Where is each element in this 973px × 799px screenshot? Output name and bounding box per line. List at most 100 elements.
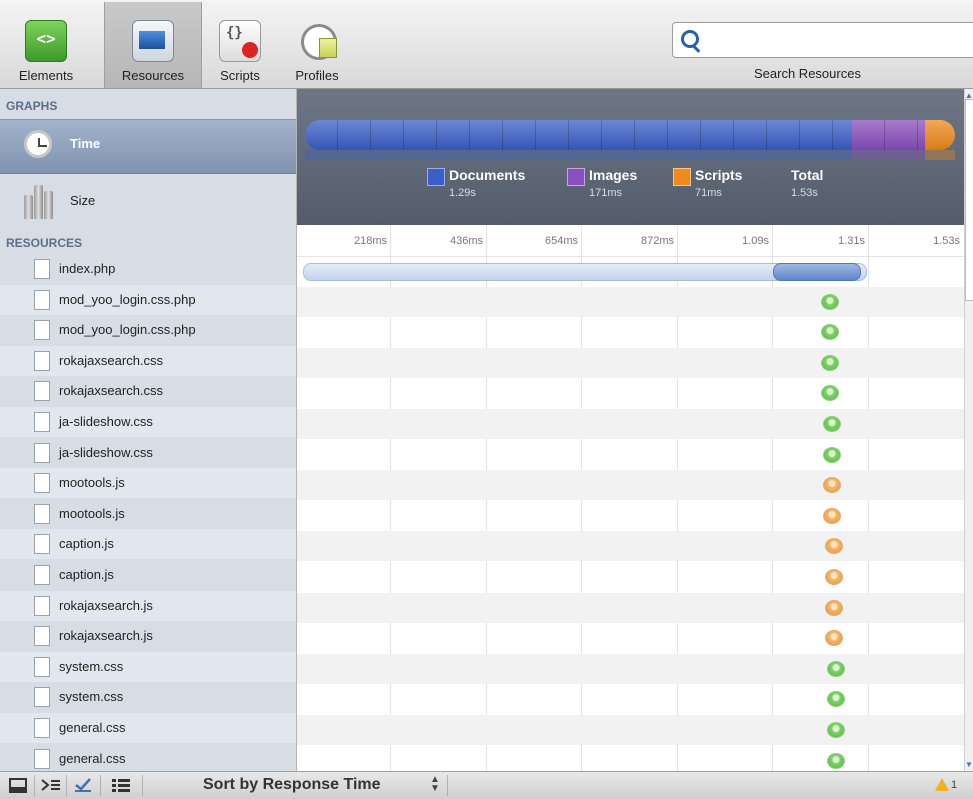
stylesheet-timing-dot[interactable] <box>827 752 846 769</box>
stylesheet-timing-dot[interactable] <box>820 324 839 341</box>
timeline-row[interactable] <box>297 347 965 378</box>
separator <box>142 775 143 796</box>
console-button[interactable] <box>40 776 62 795</box>
resource-name: rokajaxsearch.css <box>59 352 164 368</box>
timeline-row[interactable] <box>297 653 965 684</box>
resource-item[interactable]: index.php <box>0 254 296 284</box>
file-icon <box>34 381 50 402</box>
resource-item[interactable]: system.css <box>0 682 296 712</box>
resource-item[interactable]: caption.js <box>0 529 296 560</box>
resource-item[interactable]: mootools.js <box>0 499 296 529</box>
stylesheet-timing-dot[interactable] <box>820 293 839 310</box>
timeline-row[interactable] <box>297 715 965 745</box>
timeline-row[interactable] <box>297 286 965 317</box>
warning-icon[interactable] <box>935 778 949 791</box>
timeline-tick-label: 1.53s <box>933 235 960 247</box>
resource-item[interactable]: ja-slideshow.css <box>0 407 296 437</box>
resource-name: index.php <box>59 261 116 276</box>
timeline-row[interactable] <box>297 501 965 531</box>
legend-name: Total <box>791 167 824 183</box>
timeline-row[interactable] <box>297 592 965 623</box>
sort-select[interactable]: Sort by Response Time <box>203 776 381 794</box>
resource-name: ja-slideshow.css <box>59 414 153 429</box>
file-icon <box>34 595 50 616</box>
file-icon <box>34 626 50 647</box>
resource-item[interactable]: rokajaxsearch.js <box>0 621 296 651</box>
sidebar: GRAPHS Time Size RESOURCES index.php mod_… <box>0 89 297 771</box>
file-icon <box>34 350 50 371</box>
resource-name: caption.js <box>59 536 114 552</box>
scripts-panel-button[interactable]: Scripts <box>205 10 275 86</box>
legend-swatch <box>673 168 691 186</box>
file-icon <box>34 565 50 585</box>
timeline-row[interactable] <box>297 531 965 562</box>
stylesheet-timing-dot[interactable] <box>827 660 846 677</box>
resource-item[interactable]: mootools.js <box>0 468 296 499</box>
summary-graph: Documents 1.29s Images 171ms Scripts 71m… <box>297 89 965 225</box>
enable-resource-tracking-button[interactable] <box>72 776 94 795</box>
vertical-scrollbar[interactable]: ▲ ▼ <box>964 89 973 771</box>
scrollbar-thumb[interactable] <box>965 99 973 301</box>
script-timing-dot[interactable] <box>822 507 841 524</box>
resource-item[interactable]: rokajaxsearch.js <box>0 590 296 621</box>
timeline-row[interactable] <box>297 470 965 501</box>
script-timing-dot[interactable] <box>822 477 841 494</box>
summary-bar-segment <box>305 120 853 150</box>
resource-item[interactable]: caption.js <box>0 560 296 590</box>
summary-bar-segment <box>852 120 925 150</box>
stylesheet-timing-dot[interactable] <box>820 385 839 402</box>
timeline-ruler: 218ms 436ms 654ms 872ms 1.09s 1.31s 1.53s <box>297 226 965 257</box>
profiles-icon <box>297 20 337 60</box>
legend-swatch <box>567 168 585 186</box>
checkmark-icon <box>75 778 91 792</box>
resource-item[interactable]: ja-slideshow.css <box>0 438 296 468</box>
resource-item[interactable]: rokajaxsearch.css <box>0 376 296 406</box>
script-timing-dot[interactable] <box>825 599 844 616</box>
warning-count: 1 <box>951 779 958 791</box>
graphs-header: GRAPHS <box>6 99 58 113</box>
script-timing-dot[interactable] <box>825 569 844 585</box>
timeline-row[interactable] <box>297 562 965 592</box>
file-icon <box>34 320 50 341</box>
resources-panel-button[interactable]: Resources <box>104 2 202 88</box>
sidebar-item-label: Time <box>70 136 101 151</box>
timeline-row[interactable] <box>297 684 965 714</box>
resource-name: rokajaxsearch.js <box>59 597 153 613</box>
sidebar-item-time[interactable]: Time <box>0 119 296 174</box>
sort-arrows-icon[interactable]: ▲ ▼ <box>430 775 440 794</box>
timeline-tick-label: 1.09s <box>742 235 769 247</box>
resources-header: RESOURCES <box>6 236 83 250</box>
resource-name: mootools.js <box>59 475 125 491</box>
resource-name: mootools.js <box>59 505 125 521</box>
search-label: Search Resources <box>754 66 861 81</box>
resource-name: system.css <box>59 658 124 674</box>
resource-item[interactable]: rokajaxsearch.css <box>0 345 296 376</box>
sidebar-item-size[interactable]: Size <box>0 173 296 231</box>
resource-item[interactable]: mod_yoo_login.css.php <box>0 284 296 315</box>
elements-panel-button[interactable]: Elements <box>14 10 78 86</box>
timeline-row[interactable] <box>297 746 965 771</box>
toggle-list-button[interactable] <box>110 776 132 795</box>
profiles-panel-button[interactable]: Profiles <box>282 10 352 86</box>
legend-value: 1.29s <box>449 187 476 199</box>
scripts-icon <box>219 20 261 62</box>
timeline-row[interactable] <box>297 317 965 347</box>
timeline-row[interactable] <box>297 378 965 408</box>
separator <box>447 775 448 796</box>
timeline-row[interactable] <box>297 440 965 470</box>
resource-item[interactable]: general.css <box>0 713 296 743</box>
resource-name: caption.js <box>59 567 114 582</box>
stylesheet-timing-dot[interactable] <box>820 354 839 371</box>
timeline-row[interactable] <box>297 623 965 653</box>
dock-button[interactable] <box>8 776 30 795</box>
resource-item[interactable]: system.css <box>0 651 296 682</box>
separator <box>34 775 35 796</box>
search-input[interactable] <box>672 22 973 58</box>
resources-label: Resources <box>121 68 185 83</box>
timeline-row[interactable] <box>297 409 965 439</box>
resource-item[interactable]: mod_yoo_login.css.php <box>0 315 296 345</box>
scroll-down-icon[interactable]: ▼ <box>965 760 973 769</box>
resource-item[interactable]: general.css <box>0 744 296 771</box>
stylesheet-timing-dot[interactable] <box>822 446 841 463</box>
stylesheet-timing-dot[interactable] <box>822 416 841 432</box>
